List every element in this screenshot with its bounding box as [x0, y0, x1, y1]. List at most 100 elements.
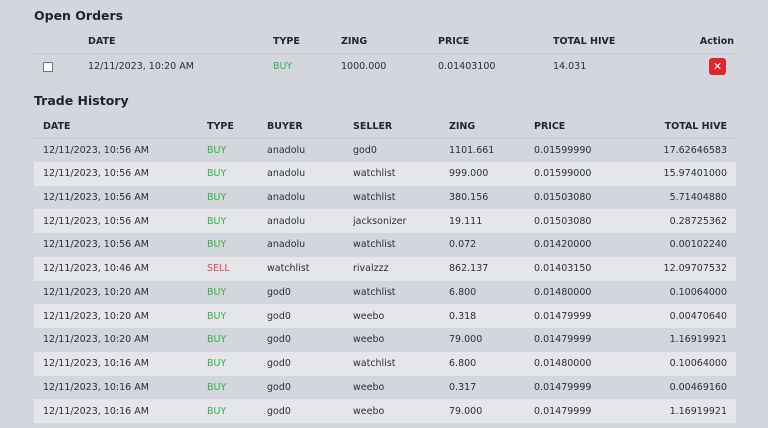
- trade-total-hive: 0.00102240: [669, 239, 727, 251]
- trade-type: BUY: [207, 286, 227, 298]
- type-column-header: TYPE: [207, 120, 234, 132]
- trade-history-table: DATE TYPE BUYER SELLER ZING PRICE TOTAL …: [34, 115, 736, 423]
- price-column-header: PRICE: [534, 120, 566, 132]
- trade-date: 12/11/2023, 10:56 AM: [43, 191, 149, 203]
- trade-buyer: anadolu: [267, 191, 306, 203]
- trade-seller: watchlist: [353, 358, 396, 370]
- trade-seller: watchlist: [353, 191, 396, 203]
- trade-seller: weebo: [353, 310, 385, 322]
- trade-date: 12/11/2023, 10:56 AM: [43, 144, 149, 156]
- trade-price: 0.01503080: [534, 191, 592, 203]
- trade-buyer: god0: [267, 358, 291, 370]
- trade-row: 12/11/2023, 10:46 AM SELL watchlist rivalzz…: [34, 256, 736, 281]
- trade-row: 12/11/2023, 10:20 AM BUY god0 weebo 79.000 0.…: [34, 328, 736, 352]
- order-zing: 1000.000: [341, 61, 387, 73]
- trade-type: SELL: [207, 263, 230, 275]
- trade-buyer: god0: [267, 310, 291, 322]
- trade-price: 0.01403150: [534, 263, 592, 275]
- trade-total-hive: 0.10064000: [669, 358, 727, 370]
- trade-row: 12/11/2023, 10:16 AM BUY god0 weebo 0.317 0.0…: [34, 376, 736, 400]
- action-column-header: Action: [699, 35, 734, 47]
- trade-row: 12/11/2023, 10:56 AM BUY anadolu god0 1101.6…: [34, 138, 736, 162]
- trade-price: 0.01479999: [534, 310, 592, 322]
- trade-buyer: god0: [267, 334, 291, 346]
- trade-row: 12/11/2023, 10:56 AM BUY anadolu jacksonize…: [34, 209, 736, 233]
- trade-type: BUY: [207, 405, 227, 417]
- trade-date: 12/11/2023, 10:56 AM: [43, 168, 149, 180]
- trade-seller: weebo: [353, 334, 385, 346]
- trade-date: 12/11/2023, 10:16 AM: [43, 405, 149, 417]
- trade-zing: 0.318: [449, 310, 477, 322]
- trade-row: 12/11/2023, 10:20 AM BUY god0 weebo 0.318 0.0…: [34, 304, 736, 328]
- trade-total-hive: 5.71404880: [669, 191, 727, 203]
- total-hive-column-header: TOTAL HIVE: [664, 120, 727, 132]
- open-orders-header-row: DATE TYPE ZING PRICE TOTAL HIVE Action: [34, 30, 734, 53]
- trade-seller: weebo: [353, 381, 385, 393]
- select-column-header: [34, 30, 88, 53]
- trade-seller: jacksonizer: [353, 215, 407, 227]
- trade-price: 0.01420000: [534, 239, 592, 251]
- trade-seller: watchlist: [353, 168, 396, 180]
- trade-type: BUY: [207, 215, 227, 227]
- trade-seller: watchlist: [353, 239, 396, 251]
- trade-buyer: god0: [267, 286, 291, 298]
- order-select-checkbox[interactable]: [43, 61, 53, 72]
- trade-type: BUY: [207, 144, 227, 156]
- trade-total-hive: 12.09707532: [663, 263, 727, 275]
- trade-type: BUY: [207, 310, 227, 322]
- order-type: BUY: [273, 61, 293, 73]
- trade-history-title: Trade History: [34, 93, 129, 108]
- trade-type: BUY: [207, 168, 227, 180]
- trade-row: 12/11/2023, 10:56 AM BUY anadolu watchlist 0…: [34, 233, 736, 257]
- trade-seller: watchlist: [353, 286, 396, 298]
- trade-zing: 0.317: [449, 381, 477, 393]
- trade-total-hive: 0.10064000: [669, 286, 727, 298]
- trade-zing: 862.137: [449, 263, 489, 275]
- trade-price: 0.01479999: [534, 405, 592, 417]
- trade-type: BUY: [207, 358, 227, 370]
- trade-date: 12/11/2023, 10:20 AM: [43, 310, 149, 322]
- trade-row: 12/11/2023, 10:56 AM BUY anadolu watchlist 3…: [34, 186, 736, 210]
- zing-column-header: ZING: [449, 120, 476, 132]
- trade-zing: 999.000: [449, 168, 489, 180]
- trade-history-header-row: DATE TYPE BUYER SELLER ZING PRICE TOTAL …: [34, 115, 736, 138]
- trade-price: 0.01599990: [534, 144, 592, 156]
- trade-buyer: god0: [267, 405, 291, 417]
- trade-zing: 1101.661: [449, 144, 495, 156]
- trade-zing: 6.800: [449, 286, 477, 298]
- open-orders-table: DATE TYPE ZING PRICE TOTAL HIVE Action 1…: [34, 30, 734, 80]
- trade-seller: rivalzzz: [353, 263, 389, 275]
- trade-zing: 79.000: [449, 405, 483, 417]
- trade-zing: 6.800: [449, 358, 477, 370]
- trade-history-body: 12/11/2023, 10:56 AM BUY anadolu god0 1101.6…: [34, 138, 736, 423]
- trade-type: BUY: [207, 381, 227, 393]
- trade-zing: 0.072: [449, 239, 477, 251]
- trade-total-hive: 0.00469160: [669, 381, 727, 393]
- trade-seller: god0: [353, 144, 377, 156]
- trade-row: 12/11/2023, 10:20 AM BUY god0 watchlist 6.80…: [34, 281, 736, 305]
- trade-buyer: anadolu: [267, 215, 306, 227]
- trade-type: BUY: [207, 334, 227, 346]
- trade-buyer: anadolu: [267, 144, 306, 156]
- cancel-order-button[interactable]: ✕: [709, 58, 726, 76]
- trade-price: 0.01479999: [534, 334, 592, 346]
- open-order-row: 12/11/2023, 10:20 AM BUY 1000.000 0.0140…: [34, 53, 734, 80]
- trade-type: BUY: [207, 239, 227, 251]
- trade-date: 12/11/2023, 10:20 AM: [43, 286, 149, 298]
- trade-buyer: anadolu: [267, 239, 306, 251]
- trade-buyer: watchlist: [267, 263, 310, 275]
- trade-buyer: god0: [267, 381, 291, 393]
- date-column-header: DATE: [88, 35, 116, 47]
- close-icon: ✕: [712, 60, 723, 74]
- trade-price: 0.01480000: [534, 358, 592, 370]
- price-column-header: PRICE: [438, 35, 470, 47]
- trade-total-hive: 17.62646583: [663, 144, 727, 156]
- zing-column-header: ZING: [341, 35, 368, 47]
- trade-seller: weebo: [353, 405, 385, 417]
- trade-date: 12/11/2023, 10:20 AM: [43, 334, 149, 346]
- trade-total-hive: 1.16919921: [669, 405, 727, 417]
- order-price: 0.01403100: [438, 61, 496, 73]
- trade-date: 12/11/2023, 10:46 AM: [43, 263, 149, 275]
- trade-zing: 79.000: [449, 334, 483, 346]
- trade-date: 12/11/2023, 10:56 AM: [43, 215, 149, 227]
